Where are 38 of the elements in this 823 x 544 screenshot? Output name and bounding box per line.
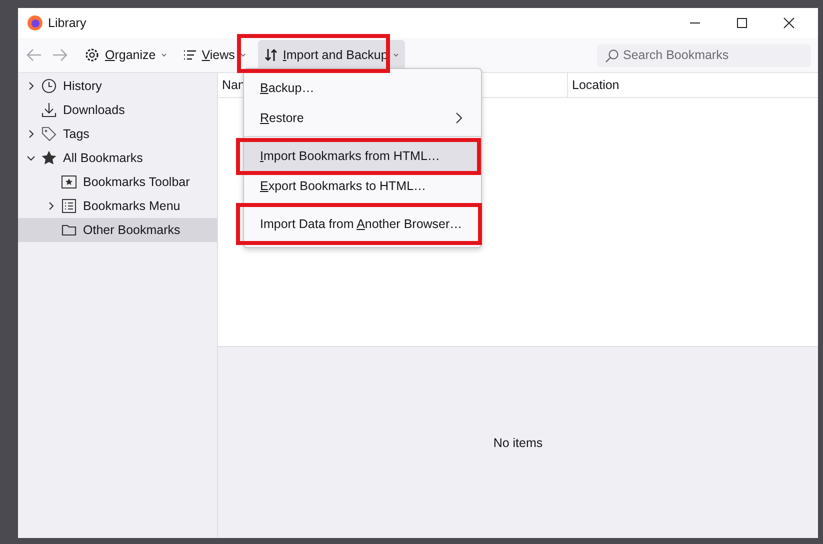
window-title: Library bbox=[48, 16, 86, 30]
folder-icon bbox=[61, 222, 77, 238]
sidebar-item[interactable]: Other Bookmarks bbox=[18, 218, 217, 242]
menu-item[interactable]: Restore bbox=[244, 107, 475, 129]
caret-icon bbox=[240, 53, 246, 57]
search-icon bbox=[605, 48, 619, 62]
caret-icon bbox=[392, 53, 399, 57]
import-and-backup-button[interactable]: Import and Backup bbox=[258, 40, 405, 70]
up-down-arrows-icon bbox=[264, 48, 278, 62]
caret-icon bbox=[160, 53, 167, 57]
search-field[interactable]: Search Bookmarks bbox=[597, 44, 811, 66]
menu-item[interactable]: Export Bookmarks to HTML… bbox=[244, 175, 475, 197]
download-icon bbox=[41, 102, 57, 118]
gear-icon bbox=[84, 47, 100, 63]
chevron-down-icon[interactable] bbox=[26, 153, 36, 163]
list-icon bbox=[182, 49, 197, 61]
sidebar-item[interactable]: All Bookmarks bbox=[18, 146, 217, 170]
chevron-right-icon[interactable] bbox=[26, 129, 36, 139]
chevron-right-icon[interactable] bbox=[26, 81, 36, 91]
sidebar-item[interactable]: Bookmarks Menu bbox=[18, 194, 217, 218]
list-icon bbox=[61, 198, 77, 214]
starred-box-icon bbox=[61, 174, 77, 190]
sidebar-item[interactable]: Tags bbox=[18, 122, 217, 146]
sidebar-item[interactable]: Bookmarks Toolbar bbox=[18, 170, 217, 194]
chevron-right-icon bbox=[455, 112, 463, 124]
menu-item[interactable]: Backup… bbox=[244, 77, 475, 99]
star-icon bbox=[41, 150, 57, 166]
menu-item[interactable]: Import Data from Another Browser… bbox=[244, 213, 475, 235]
chevron-right-icon[interactable] bbox=[46, 201, 56, 211]
column-header[interactable]: Location bbox=[568, 73, 620, 97]
organize-button[interactable]: Organize bbox=[78, 40, 173, 70]
empty-message: No items bbox=[493, 436, 543, 450]
sidebar-item[interactable]: Downloads bbox=[18, 98, 217, 122]
views-button[interactable]: Views bbox=[176, 40, 252, 70]
clock-icon bbox=[41, 78, 57, 94]
app-icon bbox=[27, 15, 43, 31]
tag-icon bbox=[41, 126, 57, 142]
sidebar-item[interactable]: History bbox=[18, 74, 217, 98]
